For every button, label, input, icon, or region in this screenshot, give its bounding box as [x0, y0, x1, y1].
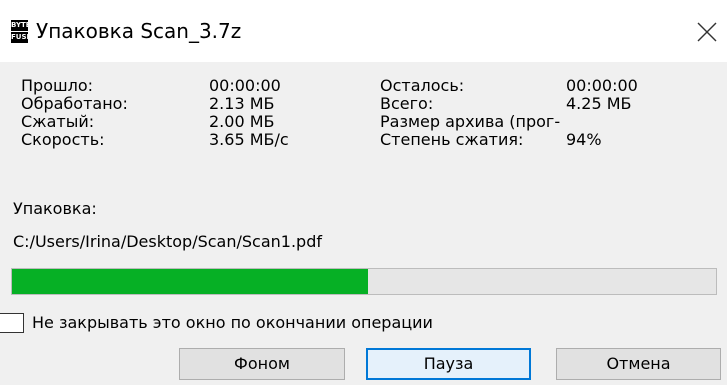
- remaining-label: Осталось:: [380, 76, 465, 95]
- compression-ratio-label: Степень сжатия:: [380, 130, 524, 149]
- app-icon: BYTE FUSE: [11, 20, 32, 43]
- operation-label: Упаковка:: [13, 199, 97, 218]
- speed-label: Скорость:: [21, 130, 105, 149]
- title-bar: BYTE FUSE Упаковка Scan_3.7z: [0, 0, 727, 62]
- cancel-button[interactable]: Отмена: [556, 348, 721, 380]
- progress-bar: [11, 268, 717, 295]
- compressed-label: Сжатый:: [21, 112, 95, 131]
- progress-fill: [12, 269, 368, 294]
- compressed-value: 2.00 МБ: [209, 112, 275, 131]
- archive-progress-dialog: BYTE FUSE Упаковка Scan_3.7z Прошло: 00:…: [0, 0, 727, 385]
- close-button[interactable]: [693, 18, 721, 46]
- total-label: Всего:: [380, 94, 434, 113]
- window-title: Упаковка Scan_3.7z: [36, 19, 242, 43]
- processed-value: 2.13 МБ: [209, 94, 275, 113]
- close-icon: [697, 22, 717, 42]
- remaining-value: 00:00:00: [566, 76, 638, 95]
- processed-label: Обработано:: [21, 94, 128, 113]
- archive-size-label: Размер архива (прог-: [380, 112, 561, 131]
- compression-ratio-value: 94%: [566, 130, 602, 149]
- current-file-path: C:/Users/Irina/Desktop/Scan/Scan1.pdf: [13, 232, 322, 251]
- total-value: 4.25 МБ: [566, 94, 632, 113]
- background-button[interactable]: Фоном: [179, 348, 345, 380]
- keep-open-label[interactable]: Не закрывать это окно по окончании опера…: [32, 313, 433, 333]
- app-icon-top-text: BYTE: [11, 21, 31, 29]
- elapsed-label: Прошло:: [21, 76, 94, 95]
- app-icon-bottom-text: FUSE: [11, 31, 32, 41]
- keep-open-checkbox[interactable]: [0, 313, 24, 333]
- elapsed-value: 00:00:00: [209, 76, 281, 95]
- speed-value: 3.65 МБ/с: [209, 130, 289, 149]
- pause-button[interactable]: Пауза: [366, 348, 531, 380]
